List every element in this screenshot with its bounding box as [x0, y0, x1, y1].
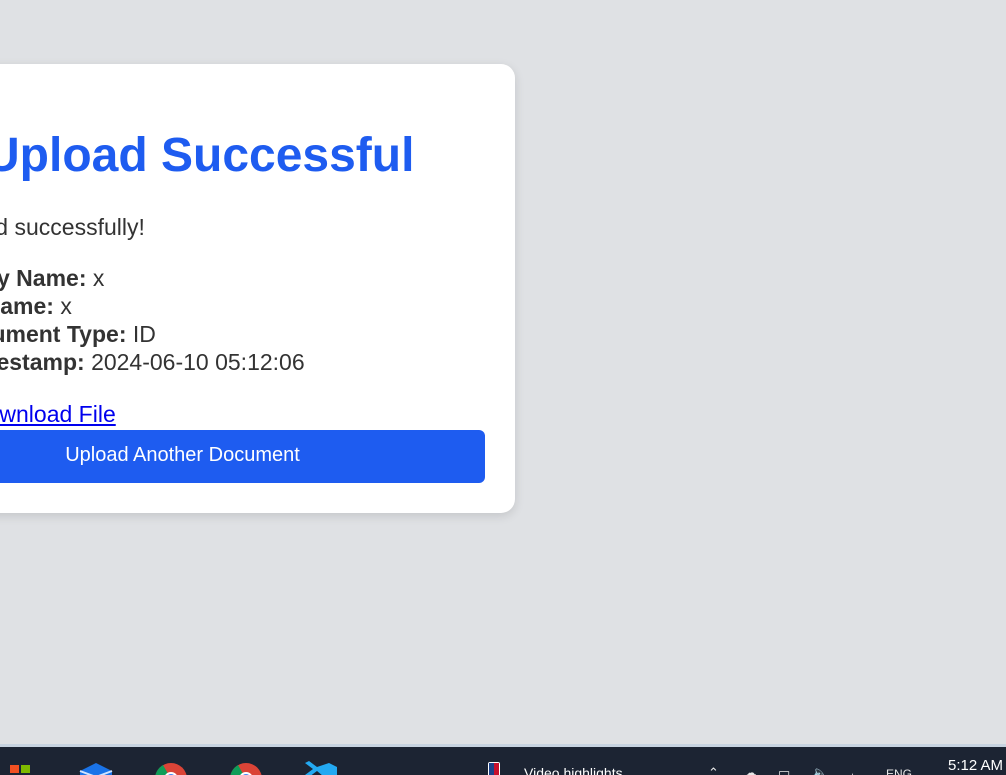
battery-icon[interactable]: ◟ [852, 765, 857, 775]
nba-news-icon[interactable] [484, 762, 504, 775]
page-title: Upload Successful [0, 129, 415, 182]
detail-label: Company Name: [0, 265, 87, 291]
mail-icon[interactable] [78, 761, 114, 775]
upload-another-button[interactable]: Upload Another Document [0, 430, 485, 483]
volume-icon[interactable]: 🔈 [812, 765, 828, 775]
network-icon[interactable]: ▭ [778, 765, 790, 775]
upload-another-label: Upload Another Document [65, 444, 300, 466]
detail-value: ID [132, 321, 156, 347]
chrome-icon[interactable] [153, 761, 189, 775]
language-indicator[interactable]: ENG [886, 767, 912, 775]
chevron-up-icon[interactable]: ⌃ [708, 765, 719, 775]
detail-borrower-name: Borrower Name: x [0, 292, 72, 320]
onedrive-icon[interactable]: ☁ [744, 765, 757, 775]
detail-value: 2024-06-10 05:12:06 [91, 349, 305, 375]
taskbar: Video highlights ⌃ ☁ ▭ 🔈 ◟ ENG 5:12 AM [0, 744, 1006, 775]
news-widget-text[interactable]: Video highlights [524, 765, 623, 775]
clock[interactable]: 5:12 AM [948, 757, 1003, 774]
detail-timestamp: Timestamp: 2024-06-10 05:12:06 [0, 348, 305, 376]
detail-label: Timestamp: [0, 349, 85, 375]
detail-value: x [60, 293, 72, 319]
detail-document-type: Document Type: ID [0, 320, 156, 348]
chrome-icon[interactable] [228, 761, 264, 775]
browser-viewport: Upload Successful File uploaded successf… [0, 0, 1006, 744]
detail-label: Document Type: [0, 321, 127, 347]
success-message: File uploaded successfully! [0, 214, 145, 240]
detail-company-name: Company Name: x [0, 264, 104, 292]
download-file-link[interactable]: Download File [0, 401, 116, 428]
vscode-icon[interactable] [303, 761, 339, 775]
detail-label: Borrower Name: [0, 293, 54, 319]
detail-value: x [92, 265, 105, 291]
start-icon[interactable] [4, 761, 38, 775]
